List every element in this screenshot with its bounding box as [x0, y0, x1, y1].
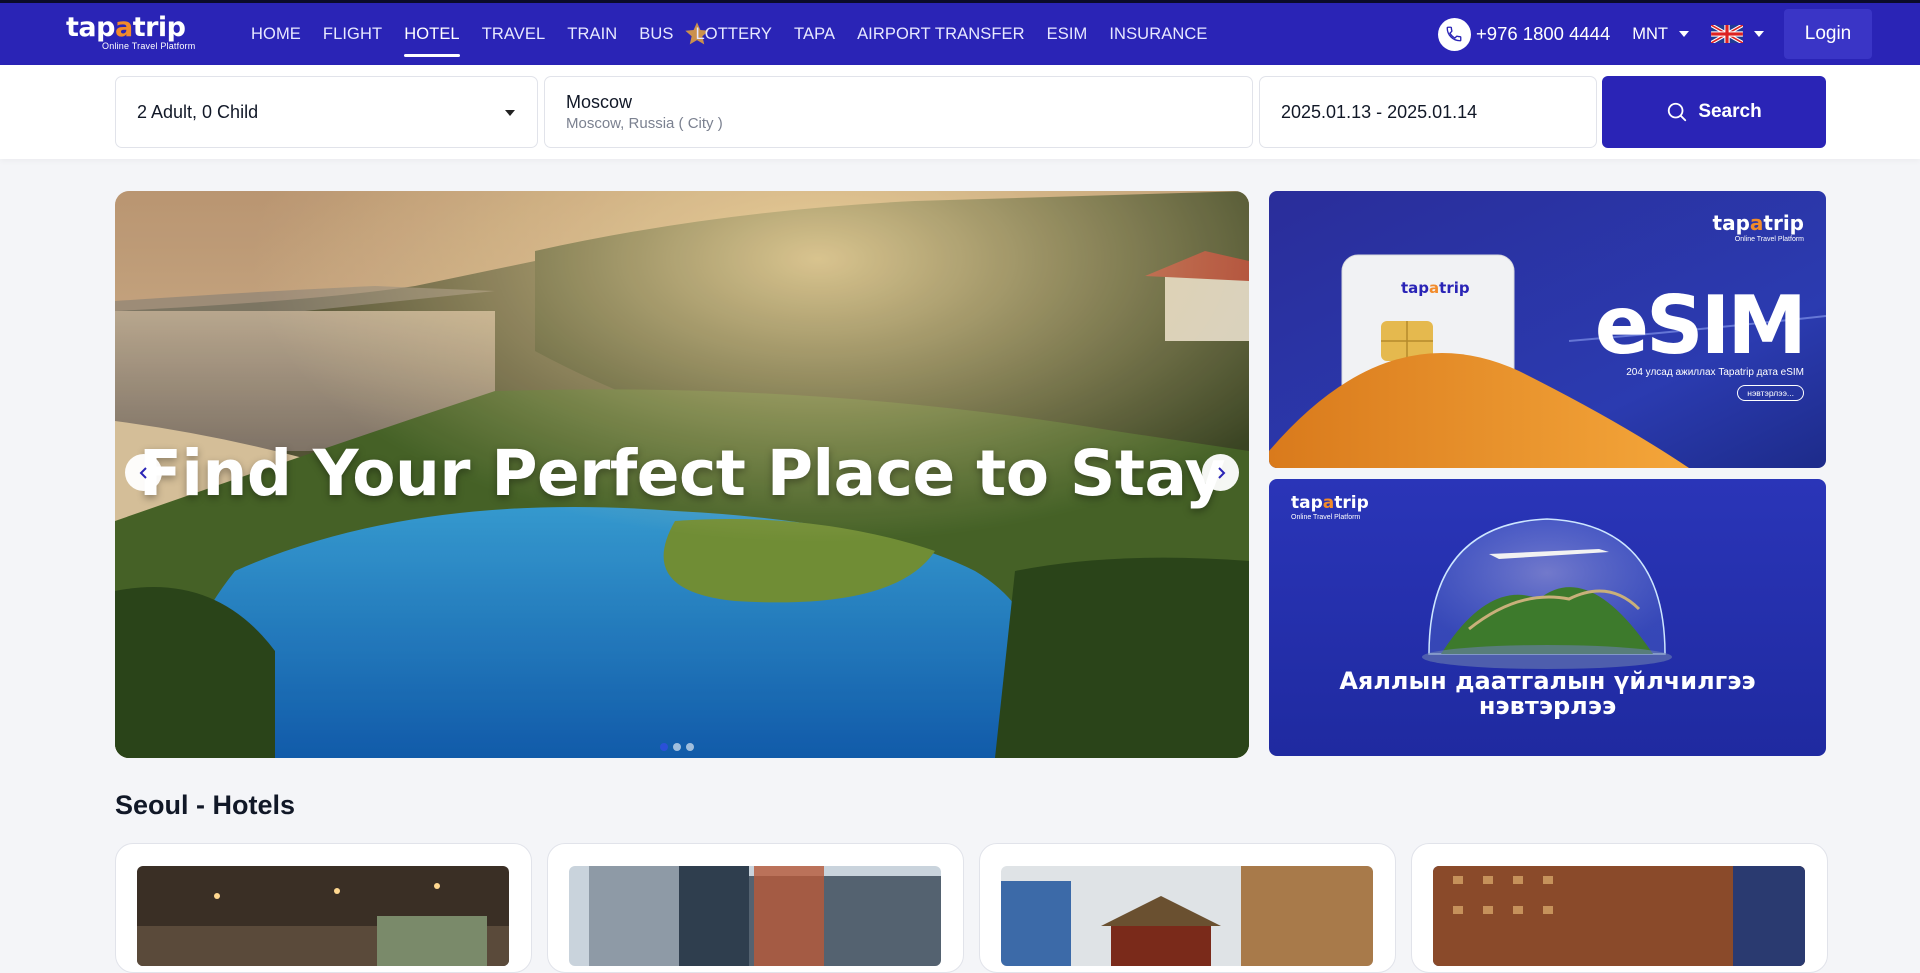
tapatrip-logo[interactable]: tapatrip Online Travel Platform	[66, 13, 206, 57]
nav-travel[interactable]: TRAVEL	[471, 3, 557, 65]
insurance-headline-line1: Аяллын даатгалын үйлчилгээ	[1339, 667, 1756, 695]
nav-insurance[interactable]: INSURANCE	[1098, 3, 1218, 65]
chevron-down-icon	[1679, 31, 1689, 37]
carousel-prev-button[interactable]	[125, 454, 162, 491]
esim-headline: eSIM	[1594, 279, 1807, 372]
currency-value: MNT	[1632, 24, 1668, 43]
nav-insurance-label: INSURANCE	[1109, 24, 1208, 43]
chevron-down-icon	[1754, 31, 1764, 37]
search-button-label: Search	[1698, 101, 1762, 122]
insurance-headline-line2: нэвтэрлээ	[1478, 692, 1617, 720]
nav-esim[interactable]: ESIM	[1036, 3, 1099, 65]
nav-esim-label: ESIM	[1046, 24, 1088, 43]
currency-selector[interactable]: MNT	[1632, 25, 1689, 44]
uk-flag-icon	[1711, 25, 1743, 43]
nav-hotel[interactable]: HOTEL	[393, 3, 471, 65]
nav-bus[interactable]: BUS	[628, 3, 684, 65]
carousel-dot[interactable]	[673, 743, 681, 751]
carousel-dot[interactable]	[686, 743, 694, 751]
main-nav: HOME FLIGHT HOTEL TRAVEL TRAIN BUS LOTTE…	[240, 3, 1218, 65]
esim-cta-pill: нэвтэрлээ...	[1737, 385, 1804, 401]
logo-tagline: Online Travel Platform	[102, 41, 196, 51]
destination-field[interactable]: Moscow Moscow, Russia ( City )	[544, 76, 1253, 148]
nav-flight-label: FLIGHT	[322, 24, 383, 43]
carousel-dots	[660, 743, 694, 751]
nav-home[interactable]: HOME	[240, 3, 312, 65]
carousel-next-button[interactable]	[1202, 454, 1239, 491]
language-selector[interactable]	[1711, 25, 1764, 43]
insurance-headline: Аяллын даатгалын үйлчилгээ нэвтэрлээ	[1269, 669, 1826, 719]
nav-tapa[interactable]: TAPA	[783, 3, 846, 65]
login-button[interactable]: Login	[1784, 9, 1872, 59]
destination-subtitle: Moscow, Russia ( City )	[566, 115, 723, 132]
top-navigation-bar: tapatrip Online Travel Platform HOME FLI…	[0, 0, 1920, 65]
carousel-dot[interactable]	[660, 743, 668, 751]
esim-banner-logo-tagline: Online Travel Platform	[1734, 236, 1804, 243]
hero-title: Find Your Perfect Place to Stay	[138, 437, 1226, 510]
section-title-seoul-hotels: Seoul - Hotels	[115, 790, 296, 820]
search-button[interactable]: Search	[1602, 76, 1826, 148]
esim-banner-logo: tapatrip	[1712, 211, 1804, 235]
hotel-photo	[569, 866, 941, 966]
hotel-search-bar: 2 Adult, 0 Child Moscow Moscow, Russia (…	[0, 65, 1920, 159]
nav-hotel-label: HOTEL	[404, 24, 460, 43]
date-range-field[interactable]: 2025.01.13 - 2025.01.14	[1259, 76, 1597, 148]
insurance-banner-logo: tapatrip	[1291, 493, 1369, 513]
logo-wordmark: tapatrip	[66, 12, 186, 43]
nav-travel-label: TRAVEL	[481, 24, 546, 43]
sim-card-logo: tapatrip	[1401, 279, 1470, 297]
hero-carousel: Find Your Perfect Place to Stay	[115, 191, 1249, 758]
travel-insurance-banner[interactable]: tapatrip Online Travel Platform Аяллын д…	[1269, 479, 1826, 756]
date-range-value: 2025.01.13 - 2025.01.14	[1281, 101, 1478, 122]
nav-airport-transfer-label: AIRPORT TRANSFER	[857, 24, 1025, 43]
nav-bus-label: BUS	[639, 24, 674, 43]
nav-train-label: TRAIN	[567, 24, 618, 43]
nav-lottery-label: LOTTERY	[695, 24, 773, 43]
nav-flight[interactable]: FLIGHT	[312, 3, 393, 65]
phone-icon	[1437, 17, 1471, 51]
header-actions: +976 1800 4444 MNT Login	[1437, 3, 1920, 65]
nav-lottery[interactable]: LOTTERY	[684, 3, 784, 65]
esim-description: 204 улсад ажиллах Tapatrip дата eSIM	[1626, 367, 1804, 378]
nav-train[interactable]: TRAIN	[556, 3, 628, 65]
nav-tapa-label: TAPA	[794, 24, 836, 43]
chevron-left-icon	[139, 466, 147, 479]
destination-value: Moscow	[566, 92, 633, 112]
esim-promo-banner[interactable]: tapatrip tapatrip Online Travel Platform…	[1269, 191, 1826, 468]
search-icon	[1668, 102, 1687, 122]
nav-airport-transfer[interactable]: AIRPORT TRANSFER	[846, 3, 1036, 65]
insurance-banner-logo-tagline: Online Travel Platform	[1291, 514, 1361, 521]
guests-selector[interactable]: 2 Adult, 0 Child	[115, 76, 538, 148]
hotel-photo	[1001, 866, 1373, 966]
chevron-down-icon	[505, 110, 515, 116]
phone-number: +976 1800 4444	[1475, 23, 1611, 44]
chevron-right-icon	[1217, 466, 1225, 479]
phone-contact[interactable]: +976 1800 4444	[1437, 17, 1611, 51]
guests-value: 2 Adult, 0 Child	[137, 101, 259, 122]
hotel-photo	[1433, 866, 1805, 966]
nav-home-label: HOME	[251, 24, 301, 43]
hotel-photo	[137, 866, 509, 966]
